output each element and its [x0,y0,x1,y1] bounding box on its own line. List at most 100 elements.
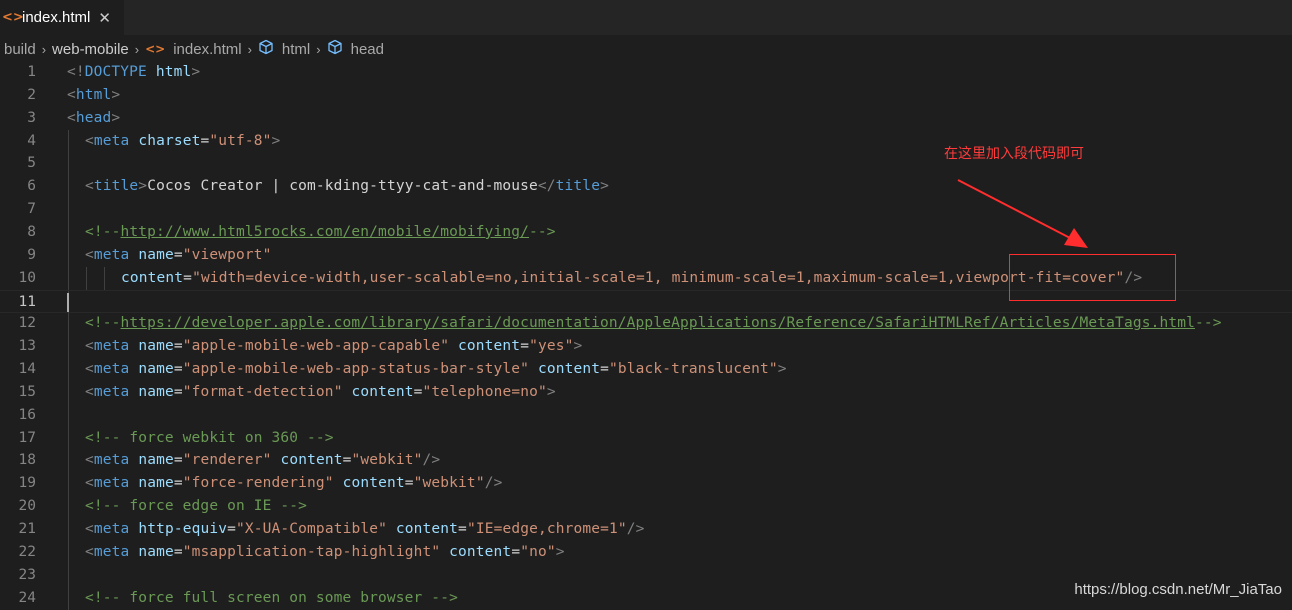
code-token: > [271,132,281,149]
code-token: = [511,543,521,560]
code-token: "renderer" [182,452,272,469]
code-line[interactable]: 20 <!-- force edge on IE --> [0,495,1292,519]
code-text: <meta name="apple-mobile-web-app-status-… [85,358,787,381]
code-text: <!--http://www.html5rocks.com/en/mobile/… [85,221,556,244]
tab-index-html[interactable]: <> index.html ✕ [0,0,124,35]
code-line[interactable]: 9 <meta name="viewport" [0,243,1292,267]
code-text: <meta name="apple-mobile-web-app-capable… [85,335,582,358]
code-token: = [342,452,352,469]
code-line[interactable]: 13 <meta name="apple-mobile-web-app-capab… [0,335,1292,359]
code-line[interactable]: 12 <!--https://developer.apple.com/librar… [0,312,1292,336]
close-icon[interactable]: ✕ [98,9,111,27]
code-token: < [67,109,76,126]
code-token: = [520,338,530,355]
editor-tab-bar: <> index.html ✕ [0,0,1292,35]
code-token: meta [93,475,130,492]
code-line[interactable]: 3 <head> [0,107,1292,130]
code-line[interactable]: 2 <html> [0,84,1292,107]
breadcrumb-item-build[interactable]: build [4,41,36,58]
code-token: <!-- force edge on IE --> [85,498,307,515]
code-token: meta [93,452,130,469]
line-number: 6 [27,178,36,195]
code-token: "no" [520,543,556,560]
code-token: content [395,521,459,537]
breadcrumb: build › web-mobile › <> index.html › htm… [0,38,384,60]
code-token: html [155,64,192,80]
code-token: name [138,361,174,378]
code-token: <! [67,64,85,80]
code-token: title [93,178,139,195]
code-token: content [458,338,521,355]
code-line[interactable]: 22 <meta name="msapplication-tap-highligh… [0,540,1292,564]
code-token: = [173,543,183,560]
indent-guide [68,198,69,222]
code-line[interactable]: 11 [0,289,1292,314]
code-line[interactable]: 18 <meta name="renderer" content="webkit"… [0,449,1292,473]
code-line[interactable]: 19 <meta name="force-rendering" content="… [0,472,1292,496]
breadcrumb-item-index-html[interactable]: index.html [173,41,241,58]
code-line[interactable]: 17 <!-- force webkit on 360 --> [0,426,1292,450]
line-number: 3 [27,109,36,126]
code-line[interactable]: 6 <title>Cocos Creator | com-kding-ttyy-c… [0,175,1292,199]
line-number: 5 [27,155,36,172]
code-token: meta [93,246,130,263]
code-line[interactable]: 4 <meta charset="utf-8"> [0,129,1292,153]
code-token: <!-- force webkit on 360 --> [85,429,334,446]
code-token: "yes" [529,338,574,355]
watermark: https://blog.csdn.net/Mr_JiaTao [1074,581,1282,598]
code-line[interactable]: 7 [0,198,1292,222]
code-token: /> [422,452,441,469]
line-number: 10 [18,269,36,286]
indent-guide [68,586,69,610]
code-token: "apple-mobile-web-app-status-bar-style" [182,361,530,378]
code-text: <head> [67,107,120,130]
code-token: Cocos Creator | com-kding-ttyy-cat-and-m… [147,178,538,195]
code-editor[interactable]: 1 <!DOCTYPE html> 2 <html> 3 <head> 4 <meta cha… [0,61,1292,610]
code-token: </ [537,178,556,195]
code-text: <title>Cocos Creator | com-kding-ttyy-ca… [85,175,609,198]
breadcrumb-item-html[interactable]: html [282,41,310,58]
code-token: > [111,109,121,126]
code-token: > [777,361,787,378]
code-token: meta [93,543,130,560]
breadcrumb-item-head[interactable]: head [351,41,384,58]
code-token: = [458,521,467,537]
code-token: http://www.html5rocks.com/en/mobile/mobi… [120,223,529,240]
code-line[interactable]: 8 <!--http://www.html5rocks.com/en/mobile… [0,220,1292,244]
code-token: < [85,543,94,560]
code-line[interactable]: 1 <!DOCTYPE html> [0,61,1292,84]
code-token: = [173,383,183,400]
chevron-right-icon: › [41,41,47,57]
code-line[interactable]: 16 [0,403,1292,427]
indent-guide [68,518,69,541]
cube-icon [258,39,274,59]
code-token: < [85,452,94,469]
code-token: meta [93,338,130,355]
code-line[interactable]: 5 [0,152,1292,176]
text-cursor [67,292,69,312]
code-text: <meta charset="utf-8"> [85,130,280,153]
code-text: <meta name="msapplication-tap-highlight"… [85,541,565,564]
indent-guide [68,449,69,473]
code-line[interactable]: 15 <meta name="format-detection" content=… [0,380,1292,404]
chevron-right-icon: › [247,41,252,57]
chevron-right-icon: › [316,41,321,57]
code-token: < [67,86,76,103]
code-token: < [85,132,94,149]
line-number: 16 [18,406,36,423]
tab-label: index.html [22,9,91,26]
code-line[interactable]: 21 <meta http-equiv="X-UA-Compatible" con… [0,518,1292,541]
breadcrumb-item-web-mobile[interactable]: web-mobile [52,41,129,58]
code-line[interactable]: 10 content="width=device-width,user-scala… [0,266,1292,290]
code-line[interactable]: 14 <meta name="apple-mobile-web-app-statu… [0,358,1292,382]
line-number: 19 [18,475,36,492]
code-token: = [173,338,183,355]
code-text: <!-- force webkit on 360 --> [85,427,334,450]
line-number: 11 [18,293,36,310]
